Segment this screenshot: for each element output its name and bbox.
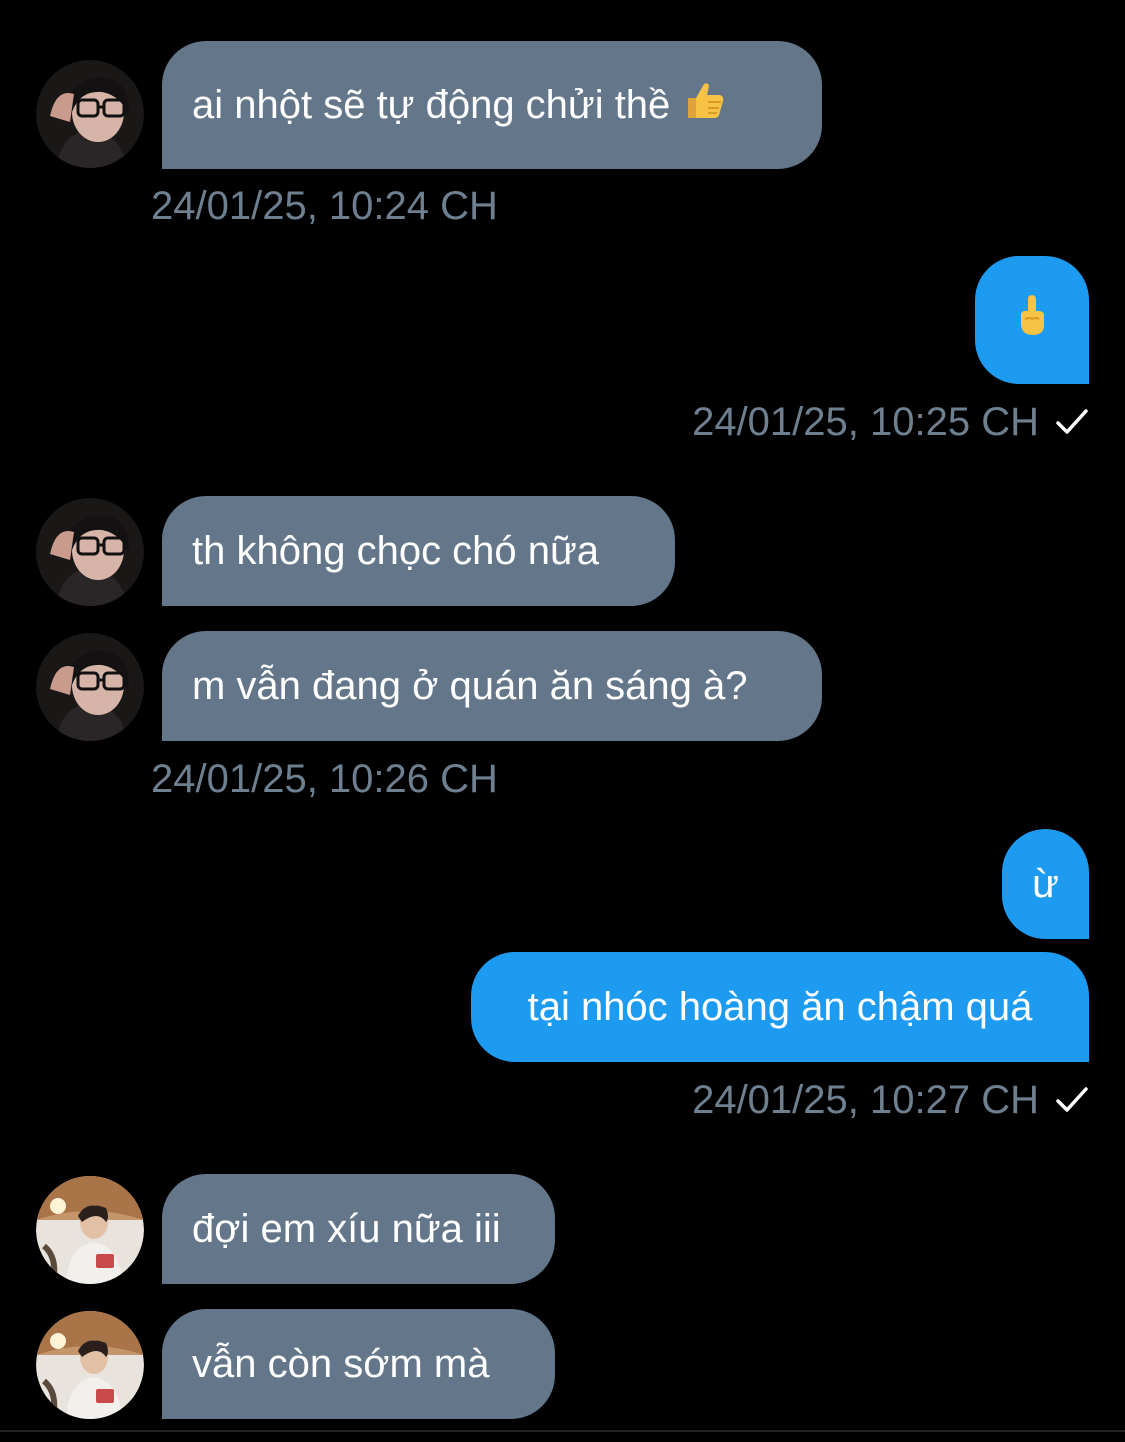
avatar[interactable]	[36, 1311, 144, 1419]
timestamp: 24/01/25, 10:27 CH	[692, 1078, 1039, 1122]
timestamp: 24/01/25, 10:26 CH	[151, 757, 498, 801]
message-bubble-incoming[interactable]: đợi em xíu nữa iii	[162, 1174, 555, 1284]
check-icon	[1055, 407, 1089, 437]
thumbs-up-icon	[682, 78, 726, 133]
timestamp-row: 24/01/25, 10:27 CH	[692, 1076, 1089, 1124]
message-bubble-outgoing[interactable]: ừ	[1002, 829, 1089, 939]
message-text: m vẫn đang ở quán ăn sáng à?	[192, 664, 748, 708]
avatar-photo-glasses	[36, 498, 144, 606]
message-text: vẫn còn sớm mà	[192, 1342, 490, 1386]
message-bubble-outgoing[interactable]: tại nhóc hoàng ăn chậm quá	[471, 952, 1089, 1062]
message-bubble-incoming[interactable]: ai nhột sẽ tự động chửi thề	[162, 41, 822, 169]
message-text: tại nhóc hoàng ăn chậm quá	[527, 985, 1033, 1029]
timestamp: 24/01/25, 10:24 CH	[151, 184, 498, 228]
timestamp-row: 24/01/25, 10:25 CH	[692, 398, 1089, 446]
avatar-photo-glasses	[36, 60, 144, 168]
avatar[interactable]	[36, 498, 144, 606]
message-text: ai nhột sẽ tự động chửi thề	[192, 83, 671, 127]
message-bubble-incoming[interactable]: vẫn còn sớm mà	[162, 1309, 555, 1419]
message-bubble-incoming[interactable]: m vẫn đang ở quán ăn sáng à?	[162, 631, 822, 741]
message-bubble-outgoing[interactable]	[975, 256, 1089, 384]
message-text: đợi em xíu nữa iii	[192, 1207, 501, 1251]
avatar[interactable]	[36, 60, 144, 168]
avatar-photo-glasses	[36, 633, 144, 741]
avatar-photo-room	[36, 1176, 144, 1284]
message-text: th không chọc chó nữa	[192, 529, 600, 573]
avatar[interactable]	[36, 1176, 144, 1284]
middle-finger-icon	[1017, 293, 1047, 348]
message-text: ừ	[1032, 862, 1059, 906]
avatar-photo-room	[36, 1311, 144, 1419]
check-icon	[1055, 1085, 1089, 1115]
avatar[interactable]	[36, 633, 144, 741]
timestamp: 24/01/25, 10:25 CH	[692, 400, 1039, 444]
divider	[0, 1430, 1125, 1432]
message-bubble-incoming[interactable]: th không chọc chó nữa	[162, 496, 675, 606]
